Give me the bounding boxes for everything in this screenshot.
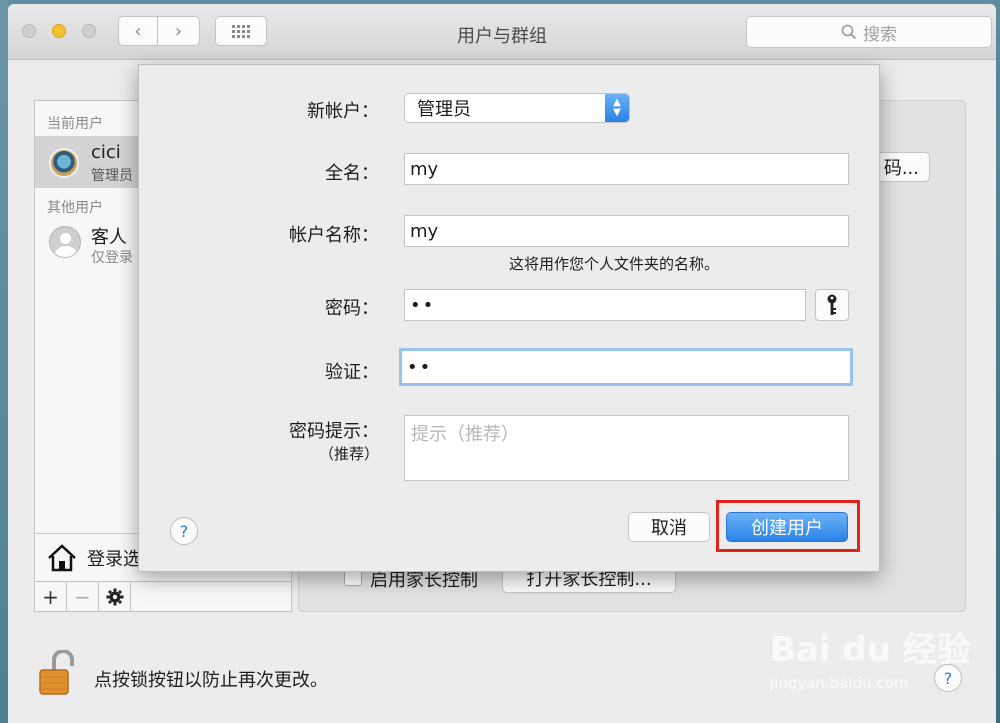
remove-user-button[interactable]: − (67, 582, 99, 611)
other-users-header: 其他用户 (47, 200, 103, 216)
key-icon (827, 294, 837, 315)
search-placeholder: 搜索 (863, 24, 897, 45)
watermark-url: jingyan.baidu.com (770, 674, 909, 692)
question-mark-icon: ? (943, 668, 953, 688)
account-name-field[interactable]: my (404, 215, 849, 247)
titlebar: ‹ › 用户与群组 搜索 (8, 4, 996, 60)
add-user-button[interactable]: + (35, 582, 67, 611)
desktop-edge-left (0, 0, 8, 723)
updown-arrows-icon: ▲ ▼ (605, 94, 629, 122)
password-assistant-button[interactable] (815, 289, 849, 321)
full-name-label: 全名： (325, 163, 379, 184)
watermark-logo: Bai du 经验 (770, 630, 971, 670)
gear-icon (106, 588, 123, 605)
full-name-field[interactable]: my (404, 153, 849, 185)
house-icon (48, 543, 76, 571)
question-mark-icon: ? (179, 521, 189, 541)
help-button[interactable]: ? (170, 517, 198, 545)
account-type-value: 管理员 (417, 99, 471, 120)
user-role: 仅登录 (91, 250, 133, 266)
user-role: 管理员 (91, 168, 133, 184)
cancel-button[interactable]: 取消 (628, 512, 710, 542)
lock-status-text: 点按锁按钮以防止再次更改。 (94, 670, 328, 691)
password-hint-field[interactable]: 提示（推荐） (404, 415, 849, 481)
list-actions-bar: + − (34, 582, 292, 612)
account-type-popup[interactable]: 管理员 ▲ ▼ (404, 93, 630, 123)
password-label: 密码： (325, 298, 379, 319)
account-name-label: 帐户名称： (289, 225, 379, 246)
users-groups-window: ‹ › 用户与群组 搜索 当前用户 cici 管理员 其他用户 客人 仅登录 登… (8, 4, 996, 723)
user-name: 客人 (91, 227, 127, 248)
user-name: cici (91, 142, 121, 163)
search-field[interactable]: 搜索 (746, 16, 992, 48)
avatar (49, 226, 81, 258)
password-hint-sublabel: （推荐） (318, 445, 379, 463)
password-field[interactable]: •• (404, 289, 806, 321)
account-name-note: 这将用作您个人文件夹的名称。 (509, 255, 720, 273)
password-hint-label: 密码提示： (289, 421, 379, 442)
unlocked-padlock-icon[interactable] (38, 650, 74, 696)
new-account-sheet: 新帐户： 管理员 ▲ ▼ 全名： my 帐户名称： my 这将用作您个人文件夹的名… (138, 64, 880, 572)
new-account-label: 新帐户： (307, 101, 379, 122)
gear-button[interactable] (99, 582, 131, 611)
avatar (49, 148, 79, 178)
verify-label: 验证： (325, 362, 379, 383)
search-icon (841, 24, 857, 40)
annotation-highlight-box (716, 500, 860, 552)
current-users-header: 当前用户 (47, 116, 103, 132)
verify-field[interactable]: •• (399, 348, 853, 386)
